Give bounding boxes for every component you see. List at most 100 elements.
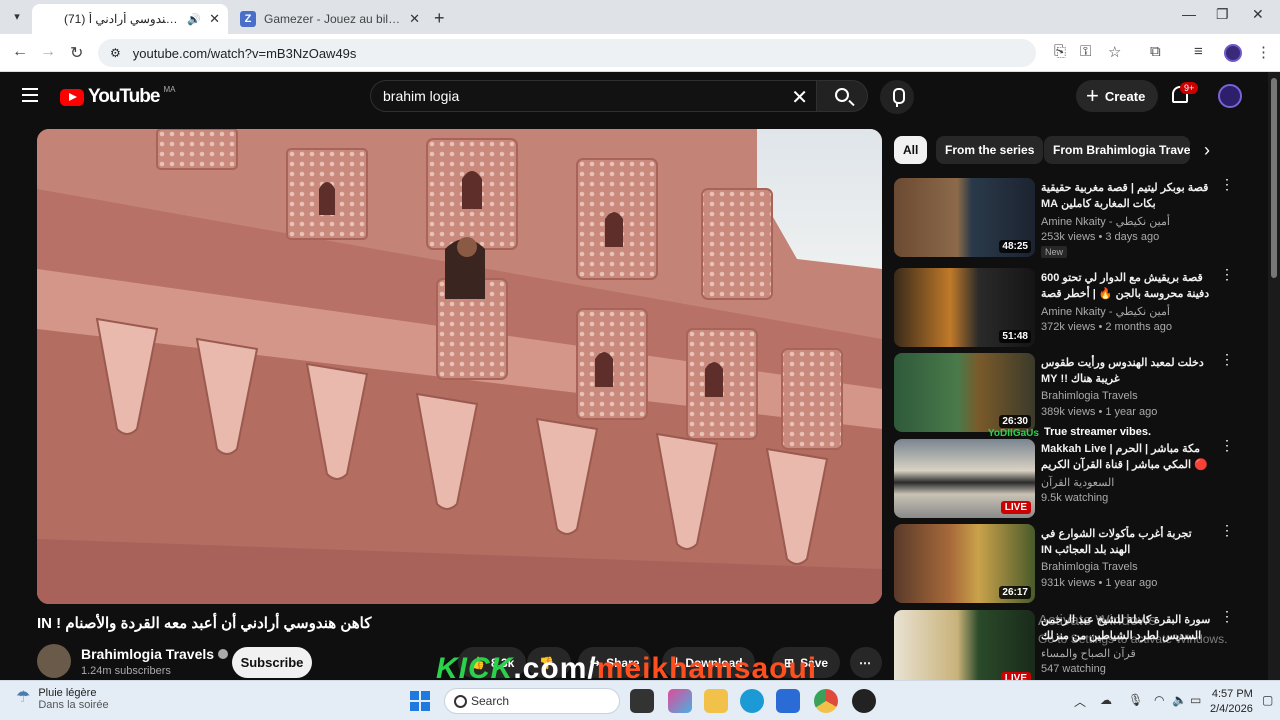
tab-youtube[interactable]: (71) كاهن هندوسي أرادني أ 🔊 ✕ xyxy=(32,4,228,99)
url-bar[interactable]: ⚙ youtube.com/watch?v=mB3NzOaw49s xyxy=(98,39,1036,67)
video-thumbnail[interactable]: 51:48 xyxy=(894,268,1035,347)
video-player[interactable] xyxy=(37,129,882,604)
recommendation-title: دخلت لمعبد الهندوس ورأيت طقوس غريبة هناك… xyxy=(1041,357,1204,385)
video-thumbnail[interactable]: LIVE xyxy=(894,610,1035,680)
tab-title: Gamezer - Jouez au billard, aux xyxy=(264,12,402,26)
chip-all[interactable]: All xyxy=(894,136,928,164)
subscribe-button[interactable]: Subscribe xyxy=(232,647,312,678)
recommendation-channel: Amine Nkaity - أمين نكيطي xyxy=(1041,216,1170,228)
extensions-icon[interactable]: ⧉ xyxy=(1150,43,1161,60)
chip-from-series[interactable]: From the series xyxy=(936,136,1044,164)
browser-tab-strip: ▾ (71) كاهن هندوسي أرادني أ 🔊 ✕ Z Gameze… xyxy=(0,0,1280,99)
store-icon[interactable] xyxy=(776,689,800,713)
copilot-icon[interactable] xyxy=(668,689,692,713)
more-vertical-icon[interactable]: ⋮ xyxy=(1220,267,1234,281)
more-vertical-icon[interactable]: ⋮ xyxy=(1220,523,1234,537)
country-code: MA xyxy=(163,84,176,94)
edge-browser-icon[interactable] xyxy=(740,689,764,713)
notifications-badge: 9+ xyxy=(1180,82,1199,94)
speaker-icon[interactable]: 🔊 xyxy=(187,13,201,26)
microphone-icon[interactable]: 🎙 xyxy=(1128,693,1143,707)
recommendation-item[interactable]: LIVE مكة مباشر | الحرم | Makkah Live 🔴 ا… xyxy=(894,438,1244,521)
live-badge: LIVE xyxy=(1000,672,1031,680)
logo-text: YouTube xyxy=(88,86,160,107)
hamburger-menu-icon[interactable] xyxy=(22,88,38,102)
tab-search-dropdown-icon[interactable]: ▾ xyxy=(8,8,26,26)
recommendation-title: قصة بريقيش مع الدوار لي تحتو 600 دفينة م… xyxy=(1041,272,1210,300)
chip-from-channel[interactable]: From Brahimlogia Travels xyxy=(1044,136,1190,164)
more-vertical-icon[interactable]: ⋮ xyxy=(1220,438,1234,452)
channel-avatar[interactable] xyxy=(37,644,71,678)
weather-widget[interactable]: ☂ Pluie légère Dans la soirée xyxy=(16,687,109,711)
browser-profile-avatar[interactable] xyxy=(1224,44,1242,62)
scrollbar-thumb[interactable] xyxy=(1271,78,1277,278)
video-thumbnail[interactable]: 26:30 xyxy=(894,353,1035,432)
clear-search-icon[interactable]: ✕ xyxy=(791,85,808,110)
new-tab-icon[interactable]: + xyxy=(434,8,445,29)
media-control-icon[interactable]: ≡ xyxy=(1194,43,1203,60)
watermark-line-2: Go to Settings to activate Windows. xyxy=(1038,632,1228,646)
tab-title: (71) كاهن هندوسي أرادني أ xyxy=(64,12,179,26)
battery-icon[interactable]: ▭ xyxy=(1190,693,1201,707)
live-badge: LIVE xyxy=(1000,501,1031,514)
reload-icon[interactable]: ↻ xyxy=(70,43,83,63)
task-view-icon[interactable] xyxy=(630,689,654,713)
steam-icon[interactable] xyxy=(852,689,876,713)
recommendation-meta: 931k views • 1 year ago xyxy=(1041,577,1158,589)
url-text: youtube.com/watch?v=mB3NzOaw49s xyxy=(132,45,357,61)
file-explorer-icon[interactable] xyxy=(704,689,728,713)
video-frame-facade xyxy=(37,129,882,604)
search-input[interactable]: brahim logia ✕ xyxy=(370,80,816,112)
recommendation-item[interactable]: 48:25 قصة بوبكر ليتيم | قصة مغربية حقيقي… xyxy=(894,177,1244,260)
recommendation-meta: 253k views • 3 days ago xyxy=(1041,231,1160,243)
bookmark-star-icon[interactable]: ☆ xyxy=(1108,43,1121,61)
back-arrow-icon[interactable]: ← xyxy=(12,43,28,61)
tray-overflow-icon[interactable]: ︿ xyxy=(1074,693,1086,710)
video-thumbnail[interactable]: 26:17 xyxy=(894,524,1035,603)
channel-name[interactable]: Brahimlogia Travels xyxy=(81,646,229,662)
search-icon xyxy=(835,88,849,102)
window-close-icon[interactable]: ✕ xyxy=(1252,6,1264,23)
recommendation-item[interactable]: 26:17 تجربة أغرب مأكولات الشوارع في الهن… xyxy=(894,523,1244,606)
gamezer-favicon-icon: Z xyxy=(240,11,256,27)
weather-title: Pluie légère xyxy=(38,687,97,699)
search-button[interactable] xyxy=(816,80,868,112)
recommendation-title: قصة بوبكر ليتيم | قصة مغربية حقيقية بكات… xyxy=(1041,182,1209,210)
chrome-browser-icon[interactable] xyxy=(814,689,838,713)
recommendation-title: مكة مباشر | الحرم | Makkah Live 🔴 المكي … xyxy=(1041,443,1208,471)
video-thumbnail[interactable]: LIVE xyxy=(894,439,1035,518)
recommendation-item[interactable]: 26:30 دخلت لمعبد الهندوس ورأيت طقوس غريب… xyxy=(894,352,1244,435)
maximize-icon[interactable]: ❐ xyxy=(1216,6,1229,23)
recommendation-item[interactable]: 51:48 قصة بريقيش مع الدوار لي تحتو 600 د… xyxy=(894,267,1244,350)
youtube-logo[interactable]: YouTube MA xyxy=(60,84,176,108)
recommendation-channel: Brahimlogia Travels xyxy=(1041,390,1138,402)
volume-icon[interactable]: 🔈 xyxy=(1172,693,1187,707)
chevron-right-icon[interactable]: › xyxy=(1204,140,1210,161)
more-actions-button[interactable]: ⋯ xyxy=(850,647,882,678)
page-scrollbar[interactable] xyxy=(1268,72,1280,680)
wifi-icon[interactable]: ◠ xyxy=(1154,693,1164,707)
minimize-icon[interactable]: — xyxy=(1182,6,1196,22)
more-vertical-icon[interactable]: ⋮ xyxy=(1220,352,1234,366)
password-key-icon[interactable]: ⚿ xyxy=(1080,43,1091,60)
duration-badge: 26:17 xyxy=(999,586,1031,599)
close-tab-icon[interactable]: ✕ xyxy=(209,11,220,27)
close-tab-icon[interactable]: ✕ xyxy=(409,11,420,27)
account-avatar[interactable] xyxy=(1218,84,1242,108)
video-thumbnail[interactable]: 48:25 xyxy=(894,178,1035,257)
more-vertical-icon[interactable]: ⋮ xyxy=(1220,177,1234,191)
install-app-icon[interactable]: ⎘ xyxy=(1054,43,1066,60)
tab-gamezer[interactable]: Z Gamezer - Jouez au billard, aux ✕ xyxy=(232,4,428,34)
forward-arrow-icon[interactable]: → xyxy=(40,43,56,61)
windows-start-icon[interactable] xyxy=(408,689,432,713)
browser-menu-icon[interactable]: ⋮ xyxy=(1256,43,1271,61)
onedrive-icon[interactable]: ☁ xyxy=(1100,693,1112,707)
site-info-icon[interactable]: ⚙ xyxy=(110,46,121,60)
create-button[interactable]: + Create xyxy=(1076,80,1158,112)
notification-center-icon[interactable]: ▢ xyxy=(1262,693,1273,707)
recommendation-channel: Brahimlogia Travels xyxy=(1041,561,1138,573)
taskbar-clock[interactable]: 4:57 PM 2/4/2026 xyxy=(1210,687,1253,717)
voice-search-mic-icon[interactable] xyxy=(880,80,914,114)
stream-overlay-url: KICK.com/meikhamsaoui xyxy=(436,652,817,680)
taskbar-search-box[interactable]: Search xyxy=(444,688,620,714)
